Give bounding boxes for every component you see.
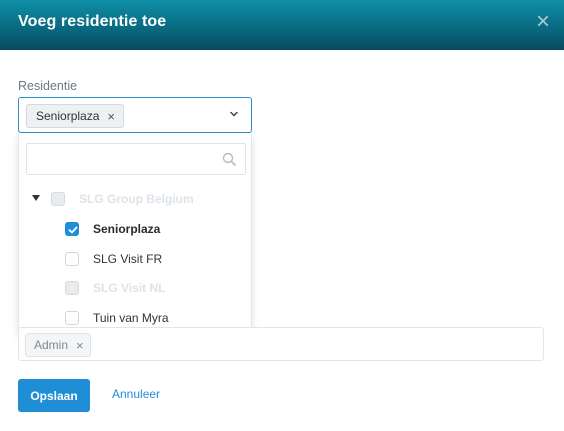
roles-select[interactable]: Admin × — [18, 327, 544, 361]
checkbox[interactable] — [65, 311, 79, 325]
tree-item-label: Seniorplaza — [93, 222, 161, 236]
tree-item-label: SLG Group Belgium — [79, 192, 194, 206]
tree-item-label: SLG Visit FR — [93, 252, 163, 266]
role-chip-admin: Admin × — [25, 333, 91, 357]
dropdown-search-input[interactable] — [26, 143, 246, 175]
tree-item-seniorplaza[interactable]: Seniorplaza — [19, 215, 251, 243]
chevron-down-icon[interactable] — [228, 108, 240, 120]
residence-dropdown: SLG Group Belgium Seniorplaza SLG Visit … — [18, 133, 252, 335]
tree-item-slg-visit-nl[interactable]: SLG Visit NL — [19, 274, 251, 302]
chip-remove-icon[interactable]: × — [107, 109, 115, 124]
selected-residence-chip: Seniorplaza × — [26, 104, 124, 128]
tree-item-slg-group-belgium[interactable]: SLG Group Belgium — [19, 185, 251, 213]
tree-item-slg-visit-fr[interactable]: SLG Visit FR — [19, 245, 251, 273]
chip-label: Seniorplaza — [36, 109, 100, 123]
expand-caret-icon[interactable] — [32, 195, 40, 201]
close-icon[interactable]: × — [532, 10, 554, 34]
search-icon — [222, 152, 236, 166]
tree-item-label: SLG Visit NL — [93, 281, 166, 295]
checkbox-checked[interactable] — [65, 222, 79, 236]
dialog-title: Voeg residentie toe — [18, 13, 167, 30]
residence-select[interactable]: Seniorplaza × — [18, 97, 252, 133]
residence-label: Residentie — [18, 79, 78, 93]
save-button[interactable]: Opslaan — [18, 379, 90, 412]
checkmark-icon — [68, 226, 78, 234]
dialog-header: Voeg residentie toe × — [0, 0, 564, 50]
cancel-button[interactable]: Annuleer — [112, 387, 160, 401]
checkbox[interactable] — [51, 192, 65, 206]
tree-item-label: Tuin van Myra — [93, 311, 169, 325]
chip-remove-icon[interactable]: × — [76, 338, 84, 353]
checkbox[interactable] — [65, 252, 79, 266]
checkbox[interactable] — [65, 281, 79, 295]
chip-label: Admin — [34, 338, 69, 352]
